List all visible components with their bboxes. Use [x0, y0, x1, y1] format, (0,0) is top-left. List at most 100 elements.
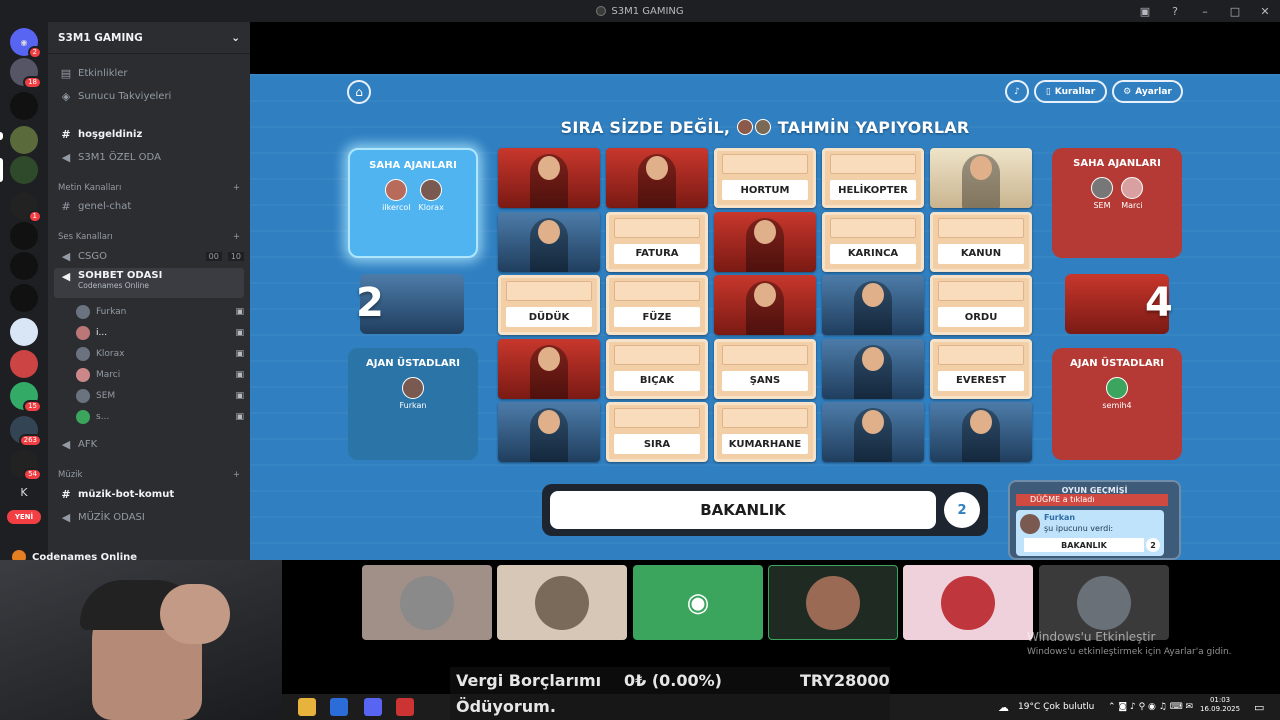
- category-label: Müzik: [58, 470, 83, 480]
- discord-taskbar-icon[interactable]: [364, 698, 382, 716]
- add-channel-icon[interactable]: +: [233, 470, 240, 480]
- red-agent-card[interactable]: [498, 338, 600, 399]
- word-card[interactable]: FATURA: [606, 211, 708, 272]
- agent-head: [970, 410, 992, 434]
- participant-tile[interactable]: [362, 565, 492, 640]
- server-icon[interactable]: [10, 350, 38, 378]
- events-item[interactable]: ▤ Etkinlikler: [54, 63, 244, 83]
- help-icon[interactable]: ?: [1160, 5, 1190, 18]
- voice-user[interactable]: s... ▣: [76, 408, 244, 426]
- maximize-button[interactable]: □: [1220, 5, 1250, 18]
- server-icon[interactable]: [10, 252, 38, 280]
- blue-agent-card[interactable]: [498, 402, 600, 462]
- neutral-agent-card[interactable]: [930, 148, 1032, 208]
- settings-button[interactable]: ⚙ Ayarlar: [1112, 80, 1183, 103]
- server-icon[interactable]: [10, 92, 38, 120]
- discord-home-icon[interactable]: ◉ 2: [10, 28, 42, 59]
- word-card[interactable]: ORDU: [930, 275, 1032, 335]
- channel-ozel-oda[interactable]: ◀ S3M1 ÖZEL ODA: [54, 147, 244, 167]
- word-card[interactable]: SIRA: [606, 402, 708, 462]
- word-card[interactable]: DÜDÜK: [498, 275, 600, 335]
- game-history[interactable]: OYUN GEÇMİŞİ DÜĞME a tıkladı Furkan şu i…: [1008, 480, 1181, 560]
- server-icon[interactable]: 1: [10, 192, 42, 223]
- channel-csgo[interactable]: ◀ CSGO 00 10: [54, 246, 244, 266]
- category-text[interactable]: Metin Kanalları +: [58, 183, 240, 193]
- voice-user[interactable]: Marci ▣: [76, 366, 244, 384]
- server-icon[interactable]: [10, 318, 38, 346]
- blue-agent-card[interactable]: [498, 211, 600, 272]
- close-button[interactable]: ✕: [1250, 5, 1280, 18]
- clue-word: BAKANLIK: [550, 491, 936, 529]
- red-agent-card[interactable]: [498, 148, 600, 208]
- voice-user[interactable]: i... ▣: [76, 324, 244, 342]
- participant-tile[interactable]: [1039, 565, 1169, 640]
- server-icon[interactable]: [10, 126, 38, 154]
- red-agent-card[interactable]: [606, 148, 708, 208]
- clock[interactable]: 01:03 16.09.2025: [1200, 696, 1240, 714]
- word-card[interactable]: FÜZE: [606, 275, 708, 335]
- participant-tile[interactable]: [903, 565, 1033, 640]
- tray-icons[interactable]: ⌃ ◙ ♪ ⚲ ◉ ♫ ⌨ ✉: [1108, 702, 1193, 712]
- boosts-item[interactable]: ◈ Sunucu Takviyeleri: [54, 86, 244, 106]
- file-explorer-icon[interactable]: [298, 698, 316, 716]
- server-icon[interactable]: 263: [10, 416, 42, 447]
- time-text: 01:03: [1209, 696, 1231, 704]
- blue-agent-card[interactable]: [930, 402, 1032, 462]
- channel-genel-chat[interactable]: # genel-chat: [54, 196, 244, 216]
- channel-label: CSGO: [78, 250, 107, 262]
- category-music[interactable]: Müzik +: [58, 470, 240, 480]
- server-icon-active[interactable]: [10, 156, 38, 184]
- gear-icon: ⚙: [1123, 86, 1132, 97]
- hash-icon: #: [61, 127, 71, 141]
- blue-agent-card[interactable]: [822, 338, 924, 399]
- minimize-button[interactable]: –: [1190, 5, 1220, 18]
- voice-user[interactable]: SEM ▣: [76, 387, 244, 405]
- participant-tile[interactable]: [497, 565, 627, 640]
- red-agent-card[interactable]: [714, 211, 816, 272]
- channel-hosgeldiniz[interactable]: # hoşgeldiniz: [54, 124, 244, 144]
- new-badge[interactable]: YENİ: [7, 510, 41, 524]
- word-card[interactable]: HORTUM: [714, 148, 816, 208]
- channel-muzik-bot[interactable]: # müzik-bot-komut: [54, 484, 244, 504]
- card-top: [506, 281, 592, 301]
- rules-button[interactable]: ▯ Kurallar: [1034, 80, 1107, 103]
- app-icon[interactable]: [330, 698, 348, 716]
- add-channel-icon[interactable]: +: [233, 183, 240, 193]
- obs-icon[interactable]: [396, 698, 414, 716]
- word-card[interactable]: HELİKOPTER: [822, 148, 924, 208]
- word-label: FATURA: [614, 243, 700, 264]
- channel-sohbet-odasi[interactable]: ◀ SOHBET ODASI Codenames Online: [54, 268, 244, 298]
- sound-icon[interactable]: ♪: [1005, 80, 1029, 103]
- server-header[interactable]: S3M1 GAMING ⌄: [48, 22, 250, 54]
- blue-agent-card[interactable]: [822, 275, 924, 335]
- word-card[interactable]: ŞANS: [714, 338, 816, 399]
- server-icon[interactable]: [10, 284, 38, 312]
- server-icon[interactable]: 15: [10, 382, 42, 413]
- inbox-icon[interactable]: ▣: [1130, 5, 1160, 18]
- home-icon[interactable]: ⌂: [347, 80, 371, 104]
- avatar: [535, 575, 589, 630]
- word-card[interactable]: KARINCA: [822, 211, 924, 272]
- voice-user[interactable]: Klorax ▣: [76, 345, 244, 363]
- word-card[interactable]: EVEREST: [930, 338, 1032, 399]
- server-icon[interactable]: 54: [10, 450, 42, 481]
- voice-user[interactable]: Furkan ▣: [76, 303, 244, 321]
- blue-agent-card[interactable]: [822, 402, 924, 462]
- word-card[interactable]: KUMARHANE: [714, 402, 816, 462]
- category-voice[interactable]: Ses Kanalları +: [58, 232, 240, 242]
- server-icon[interactable]: 18: [10, 58, 42, 89]
- participant-tile[interactable]: ◉: [633, 565, 763, 640]
- notification-icon[interactable]: ▭: [1254, 701, 1264, 714]
- add-channel-icon[interactable]: +: [233, 232, 240, 242]
- word-card[interactable]: BIÇAK: [606, 338, 708, 399]
- red-agent-card[interactable]: [714, 275, 816, 335]
- voice-user-name: Marci: [96, 370, 121, 380]
- badge: 263: [18, 434, 42, 447]
- participant-tile[interactable]: [768, 565, 898, 640]
- server-icon[interactable]: [10, 222, 38, 250]
- channel-muzik-odasi[interactable]: ◀ MÜZİK ODASI: [54, 507, 244, 527]
- weather-text[interactable]: 19°C Çok bulutlu: [1018, 702, 1094, 712]
- word-card[interactable]: KANUN: [930, 211, 1032, 272]
- server-icon[interactable]: K: [10, 478, 38, 506]
- channel-afk[interactable]: ◀ AFK: [54, 434, 244, 454]
